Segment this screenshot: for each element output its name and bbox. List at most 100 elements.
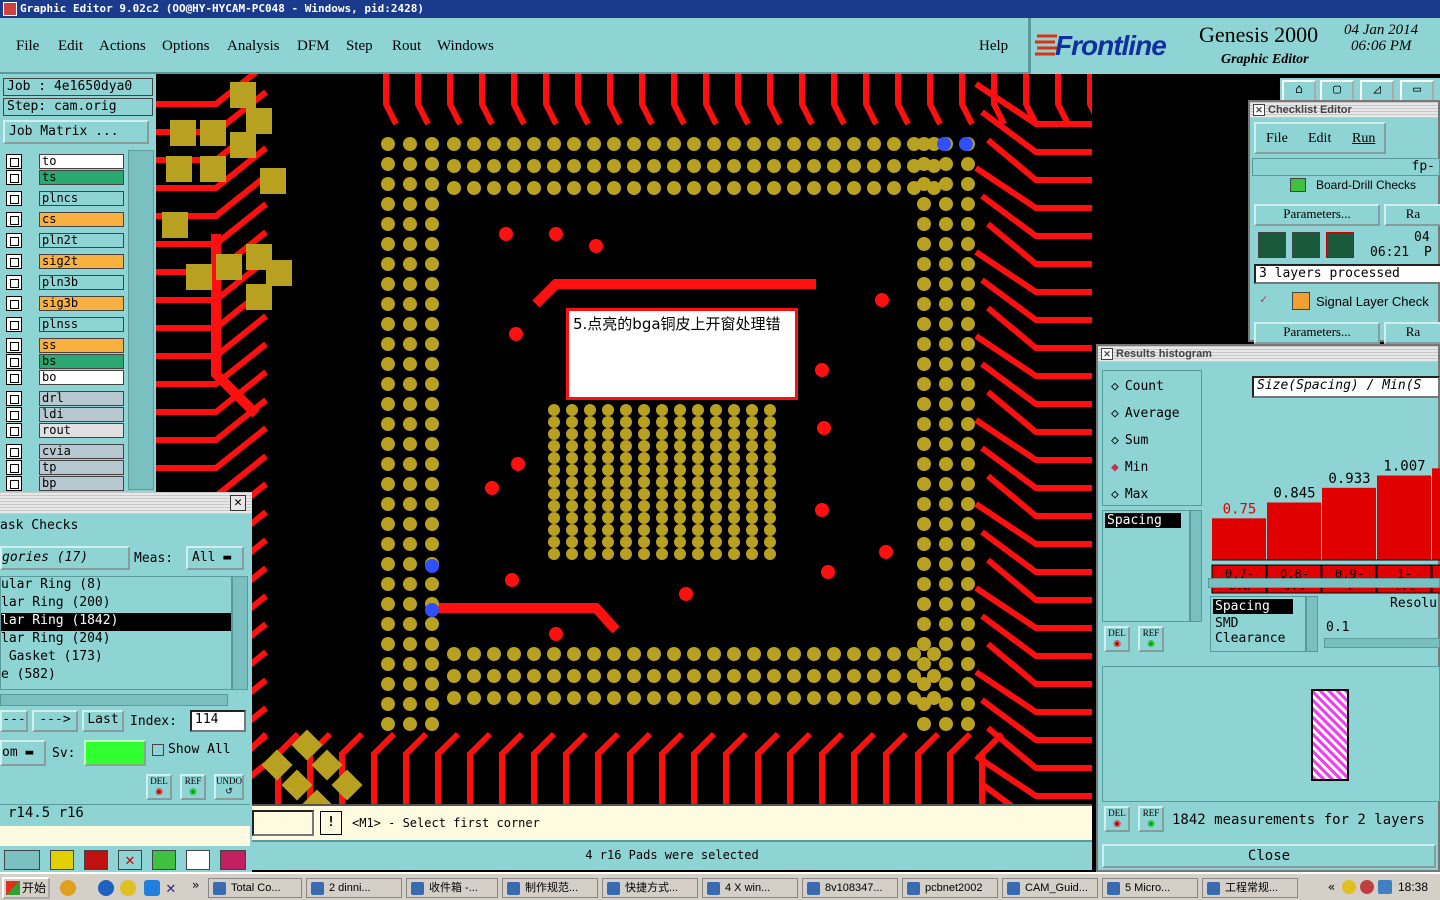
check-item[interactable]: lar Ring (204) <box>1 631 231 649</box>
layer-label[interactable]: cs <box>39 212 124 227</box>
menu-edit[interactable]: Edit <box>58 38 83 55</box>
layer-label[interactable]: plnss <box>39 317 124 332</box>
histogram-bar[interactable] <box>1322 487 1376 560</box>
layer-checkbox[interactable] <box>6 407 22 422</box>
preview-del-button[interactable]: DEL ◉ <box>1104 806 1130 832</box>
preview-thumbnail[interactable] <box>1311 689 1349 781</box>
parameters-button-2[interactable]: Parameters... <box>1254 322 1380 344</box>
show-all-checkbox[interactable] <box>152 744 164 756</box>
ra-button[interactable]: Ra <box>1384 204 1440 226</box>
index-input[interactable]: 114 <box>190 710 246 732</box>
taskbar-item[interactable]: 制作规范... <box>502 878 598 898</box>
check-item[interactable]: Gasket (173) <box>1 649 231 667</box>
histogram-bar[interactable] <box>1432 468 1440 560</box>
layer-label[interactable]: ts <box>39 170 124 185</box>
type-list-item[interactable]: Spacing <box>1105 513 1181 528</box>
ie-icon[interactable] <box>144 880 160 896</box>
categories-button[interactable]: gories (17) <box>0 546 130 570</box>
resolution-slider[interactable] <box>1324 638 1440 648</box>
menu-windows[interactable]: Windows <box>437 38 494 55</box>
last-button[interactable]: Last <box>82 710 124 732</box>
undo-button[interactable]: UNDO ↺ <box>214 774 244 800</box>
layer-checkbox[interactable] <box>6 444 22 459</box>
layer-label[interactable]: ss <box>39 338 124 353</box>
checks-hscrollbar[interactable] <box>0 694 228 706</box>
del-button[interactable]: DEL ◉ <box>146 774 172 800</box>
mode-min[interactable]: Min <box>1111 460 1148 475</box>
layer-checkbox[interactable] <box>6 460 22 475</box>
list-icon[interactable] <box>152 850 176 870</box>
select-icon[interactable] <box>84 850 108 870</box>
layer-label[interactable]: pln2t <box>39 233 124 248</box>
run-icon[interactable] <box>1258 232 1286 258</box>
x-app-icon[interactable]: ✕ <box>166 878 176 897</box>
check-item[interactable]: ular Ring (8) <box>1 577 231 595</box>
check-item[interactable]: e (582) <box>1 667 231 685</box>
alert-icon[interactable]: ! <box>320 811 342 835</box>
layer-label[interactable]: cvia <box>39 444 124 459</box>
close-button[interactable]: Close <box>1102 844 1436 868</box>
tray-icon-3[interactable] <box>1378 880 1392 894</box>
pcb-canvas[interactable]: 5.点亮的bga铜皮上开窗处理错 <box>156 74 1092 804</box>
layer-checkbox[interactable] <box>6 423 22 438</box>
histogram-bar[interactable] <box>1377 475 1431 561</box>
more-icon[interactable]: » <box>192 878 199 892</box>
histogram-icon[interactable] <box>220 850 246 870</box>
close-icon[interactable]: ✕ <box>1253 104 1265 116</box>
histogram-bar[interactable] <box>1267 502 1321 561</box>
check-item[interactable]: lar Ring (1842) <box>1 613 231 631</box>
mode-sum[interactable]: Sum <box>1111 433 1148 448</box>
checks-scrollbar[interactable] <box>232 576 248 690</box>
filter-icon[interactable] <box>50 850 74 870</box>
menu-analysis[interactable]: Analysis <box>227 38 280 55</box>
measure-icon[interactable]: ◿ <box>1360 80 1394 102</box>
menu-options[interactable]: Options <box>162 38 210 55</box>
category-item-spacing[interactable]: Spacing <box>1213 599 1293 614</box>
tray-chevron-icon[interactable]: « <box>1328 880 1335 894</box>
tray-icon-1[interactable] <box>1342 880 1356 894</box>
layer-label[interactable]: plncs <box>39 191 124 206</box>
layer-checkbox[interactable] <box>6 275 22 290</box>
ref-button[interactable]: REF ◉ <box>180 774 206 800</box>
layer-checkbox[interactable] <box>6 191 22 206</box>
taskbar-item[interactable]: 8v108347... <box>802 878 898 898</box>
quicklaunch-icon[interactable] <box>60 880 76 896</box>
panel-icon[interactable]: ▭ <box>1400 80 1434 102</box>
layer-label[interactable]: bs <box>39 354 124 369</box>
checklist-menu-file[interactable]: File <box>1266 131 1288 147</box>
menu-step[interactable]: Step <box>346 38 373 55</box>
layer-checkbox[interactable] <box>6 338 22 353</box>
layer-checkbox[interactable] <box>6 370 22 385</box>
layer-label[interactable]: bo <box>39 370 124 385</box>
check-mark-icon[interactable]: ✓ <box>1260 292 1267 306</box>
histo-hscrollbar[interactable] <box>1208 578 1440 588</box>
mode-max[interactable]: Max <box>1111 487 1148 502</box>
layer-scrollbar[interactable] <box>128 150 154 490</box>
stop-icon[interactable] <box>1326 232 1354 258</box>
taskbar-item[interactable]: 收件箱 -... <box>406 878 498 898</box>
layer-label[interactable]: pln3b <box>39 275 124 290</box>
layer-checkbox[interactable] <box>6 296 22 311</box>
clock-app-icon[interactable] <box>120 880 136 896</box>
menu-dfm[interactable]: DFM <box>297 38 330 55</box>
window-icon[interactable]: ▢ <box>1320 80 1354 102</box>
report-icon[interactable] <box>186 850 210 870</box>
sort-select[interactable]: om ▬ <box>0 740 46 766</box>
meas-select[interactable]: All ▬ <box>186 546 244 570</box>
close-icon[interactable]: ✕ <box>1101 348 1113 360</box>
check-item[interactable]: lar Ring (200) <box>1 595 231 613</box>
taskbar-item[interactable]: 工程常规... <box>1202 878 1298 898</box>
taskbar-item[interactable]: 4 X win... <box>702 878 798 898</box>
layer-label[interactable]: drl <box>39 391 124 406</box>
layer-checkbox[interactable] <box>6 233 22 248</box>
taskbar-item[interactable]: 快捷方式... <box>602 878 698 898</box>
job-matrix-button[interactable]: Job Matrix ... <box>3 120 149 144</box>
clear-icon[interactable]: ✕ <box>118 850 142 870</box>
mode-count[interactable]: Count <box>1111 379 1164 394</box>
category-item-smd[interactable]: SMD <box>1211 616 1305 631</box>
layer-checkbox[interactable] <box>6 254 22 269</box>
type-scrollbar[interactable] <box>1190 510 1202 622</box>
layer-checkbox[interactable] <box>6 476 22 491</box>
layer-checkbox[interactable] <box>6 317 22 332</box>
next-button[interactable]: ---> <box>32 710 78 732</box>
